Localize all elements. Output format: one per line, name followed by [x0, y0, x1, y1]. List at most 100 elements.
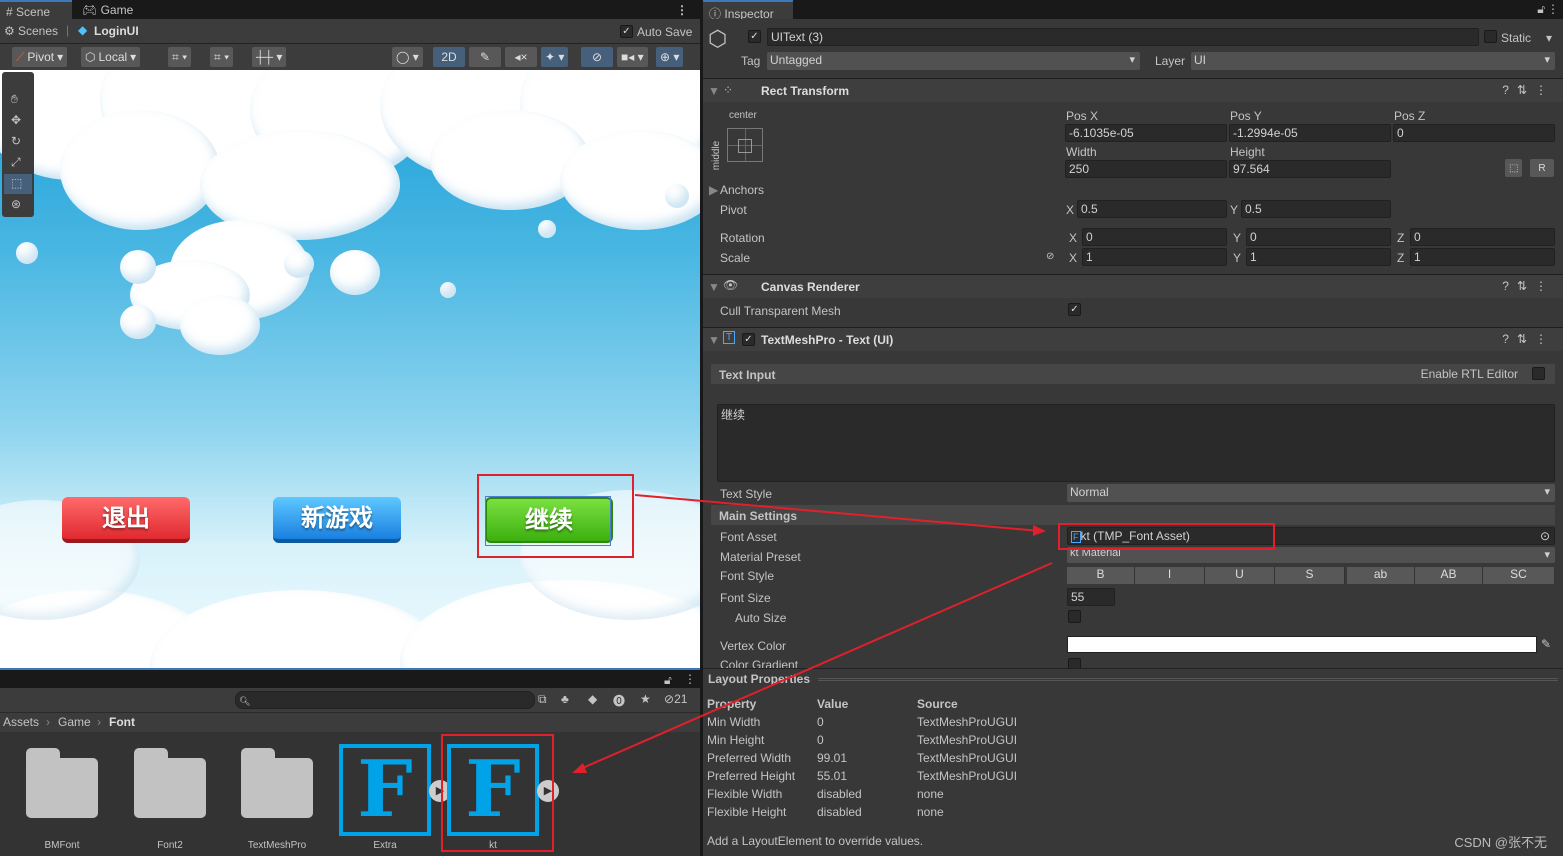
- font-size-input[interactable]: 55: [1067, 588, 1115, 606]
- breadcrumb-font[interactable]: Font: [109, 715, 135, 729]
- more-menu-icon[interactable]: ⋮: [684, 672, 696, 686]
- tmp-enabled-checkbox[interactable]: ✓: [742, 333, 755, 346]
- cull-transparent-mesh-checkbox[interactable]: ✓: [1068, 303, 1081, 316]
- hidden-eye-icon[interactable]: ⊘21: [664, 692, 687, 706]
- static-checkbox[interactable]: [1484, 30, 1497, 43]
- pivot-dropdown[interactable]: ⟋ Pivot ▾: [12, 47, 68, 67]
- textmeshpro-header[interactable]: ▼ T ✓ TextMeshPro - Text (UI) ?⇅⋮: [703, 327, 1563, 351]
- blueprint-mode-button[interactable]: ⬚: [1505, 159, 1523, 177]
- ruler-button[interactable]: ┼┼ ▾: [252, 47, 287, 67]
- game-button-new-game[interactable]: 新游戏: [273, 497, 401, 543]
- component-menu-icons[interactable]: ?⇅⋮: [1502, 332, 1555, 346]
- asset-font-extra[interactable]: F ▶ Extra: [335, 740, 451, 851]
- font-style-strikethrough[interactable]: S: [1275, 567, 1345, 584]
- warning-icon[interactable]: ⓿: [613, 692, 625, 709]
- asset-folder-font2[interactable]: Font2: [120, 740, 220, 851]
- filter-type-icon[interactable]: ♣: [561, 692, 569, 706]
- gizmos-dropdown[interactable]: ⊕ ▾: [656, 47, 684, 67]
- increment-snap-button[interactable]: ⌗ ▾: [210, 47, 234, 67]
- shading-dropdown[interactable]: ◯ ▾: [392, 47, 423, 67]
- scenes-link[interactable]: Scenes: [18, 24, 58, 38]
- lighting-toggle[interactable]: ✎: [469, 47, 501, 67]
- material-preset-dropdown[interactable]: kt Material: [1067, 547, 1555, 563]
- font-style-italic[interactable]: I: [1135, 567, 1205, 584]
- font-style-uppercase[interactable]: AB: [1415, 567, 1483, 584]
- camera-dropdown[interactable]: ■◂ ▾: [617, 47, 648, 67]
- component-menu-icons[interactable]: ?⇅⋮: [1502, 83, 1555, 97]
- rect-transform-header[interactable]: ▼ ⁘ Rect Transform ?⇅⋮: [703, 78, 1563, 102]
- asset-folder-textmeshpro[interactable]: TextMeshPro: [227, 740, 327, 851]
- audio-toggle[interactable]: ◂×: [505, 47, 537, 67]
- auto-size-checkbox[interactable]: [1068, 610, 1081, 623]
- anchors-foldout[interactable]: Anchors: [720, 183, 764, 197]
- local-dropdown[interactable]: ⬡ Local ▾: [81, 47, 141, 67]
- tab-scene[interactable]: # Scene: [0, 0, 72, 19]
- hand-tool-icon[interactable]: ✋︎: [11, 92, 18, 107]
- text-style-dropdown[interactable]: Normal: [1067, 484, 1555, 502]
- tag-dropdown[interactable]: Untagged: [767, 52, 1140, 70]
- asset-font-kt[interactable]: F ▶ kt: [443, 740, 559, 851]
- width-input[interactable]: 250: [1065, 160, 1227, 178]
- hidden-objects-toggle[interactable]: ⊘: [581, 47, 613, 67]
- tab-inspector[interactable]: ⓘ Inspector: [703, 0, 793, 21]
- pivot-y-input[interactable]: 0.5: [1241, 200, 1391, 218]
- rect-tool-icon[interactable]: ⬚: [4, 174, 32, 194]
- more-menu-icon[interactable]: ⋮: [1547, 2, 1559, 16]
- anchor-presets-button[interactable]: [727, 128, 763, 162]
- scale-z-input[interactable]: 1: [1410, 248, 1555, 266]
- favorite-star-icon[interactable]: ★: [640, 692, 651, 706]
- search-scope-icon[interactable]: ⧉: [538, 692, 547, 707]
- tab-game[interactable]: 🎮︎ Game: [76, 0, 139, 19]
- label-tag-icon[interactable]: ◆: [588, 692, 597, 706]
- project-search-input[interactable]: 🔍︎: [235, 691, 535, 709]
- object-picker-icon[interactable]: ⊙: [1540, 529, 1550, 543]
- pos-z-input[interactable]: 0: [1393, 124, 1555, 142]
- scene-name[interactable]: LoginUI: [94, 24, 139, 38]
- raw-edit-button[interactable]: R: [1530, 159, 1554, 177]
- active-checkbox[interactable]: ✓: [748, 30, 761, 43]
- effects-dropdown[interactable]: ✦ ▾: [541, 47, 569, 67]
- pivot-x-input[interactable]: 0.5: [1077, 200, 1227, 218]
- rotation-x-input[interactable]: 0: [1082, 228, 1227, 246]
- grid-snap-button[interactable]: ⌗ ▾: [168, 47, 192, 67]
- pos-y-input[interactable]: -1.2994e-05: [1229, 124, 1391, 142]
- lock-icon[interactable]: 🔓︎: [664, 673, 672, 688]
- object-name-input[interactable]: UIText (3): [767, 28, 1479, 46]
- pos-x-input[interactable]: -6.1035e-05: [1065, 124, 1227, 142]
- enable-rtl-checkbox[interactable]: [1532, 367, 1545, 380]
- transform-tool-icon[interactable]: ⊛: [11, 197, 21, 211]
- breadcrumb-game[interactable]: Game: [58, 715, 91, 729]
- scale-tool-icon[interactable]: ⤢: [11, 155, 21, 170]
- 2d-toggle[interactable]: 2D: [433, 47, 465, 67]
- vertex-color-swatch[interactable]: [1067, 636, 1537, 653]
- scene-view[interactable]: ✋︎ ✥ ↻ ⤢ ⬚ ⊛ 退出 新游戏 继续: [0, 70, 700, 668]
- scale-x-input[interactable]: 1: [1082, 248, 1227, 266]
- height-input[interactable]: 97.564: [1229, 160, 1391, 178]
- layer-dropdown[interactable]: UI: [1191, 52, 1555, 70]
- font-style-underline[interactable]: U: [1205, 567, 1275, 584]
- eyedropper-icon[interactable]: ✎: [1541, 637, 1551, 651]
- font-style-smallcaps[interactable]: SC: [1483, 567, 1555, 584]
- component-menu-icons[interactable]: ?⇅⋮: [1502, 279, 1555, 293]
- constrain-proportions-icon[interactable]: ⊘: [1046, 251, 1054, 262]
- game-button-exit[interactable]: 退出: [62, 497, 190, 543]
- rotation-z-input[interactable]: 0: [1410, 228, 1555, 246]
- expand-play-icon[interactable]: ▶: [537, 780, 559, 802]
- canvas-renderer-header[interactable]: ▼ 👁︎ Canvas Renderer ?⇅⋮: [703, 274, 1563, 298]
- color-gradient-checkbox[interactable]: [1068, 658, 1081, 668]
- scale-y-input[interactable]: 1: [1246, 248, 1391, 266]
- more-menu-icon[interactable]: ⋮: [670, 0, 694, 19]
- auto-save-checkbox[interactable]: ✓: [620, 25, 633, 38]
- asset-folder-bmfont[interactable]: BMFont: [12, 740, 112, 851]
- rotate-tool-icon[interactable]: ↻: [11, 134, 21, 148]
- lock-icon[interactable]: 🔓︎: [1537, 2, 1545, 17]
- font-style-bold[interactable]: B: [1067, 567, 1135, 584]
- static-dropdown-icon[interactable]: ▾: [1546, 31, 1552, 45]
- move-tool-icon[interactable]: ✥: [11, 113, 21, 127]
- font-asset-field[interactable]: Fkt (TMP_Font Asset) ⊙: [1067, 527, 1555, 545]
- breadcrumb-assets[interactable]: Assets: [3, 715, 39, 729]
- font-style-lowercase[interactable]: ab: [1347, 567, 1415, 584]
- rotation-y-input[interactable]: 0: [1246, 228, 1391, 246]
- selection-rect[interactable]: [485, 496, 611, 546]
- text-input-area[interactable]: 继续: [717, 404, 1555, 482]
